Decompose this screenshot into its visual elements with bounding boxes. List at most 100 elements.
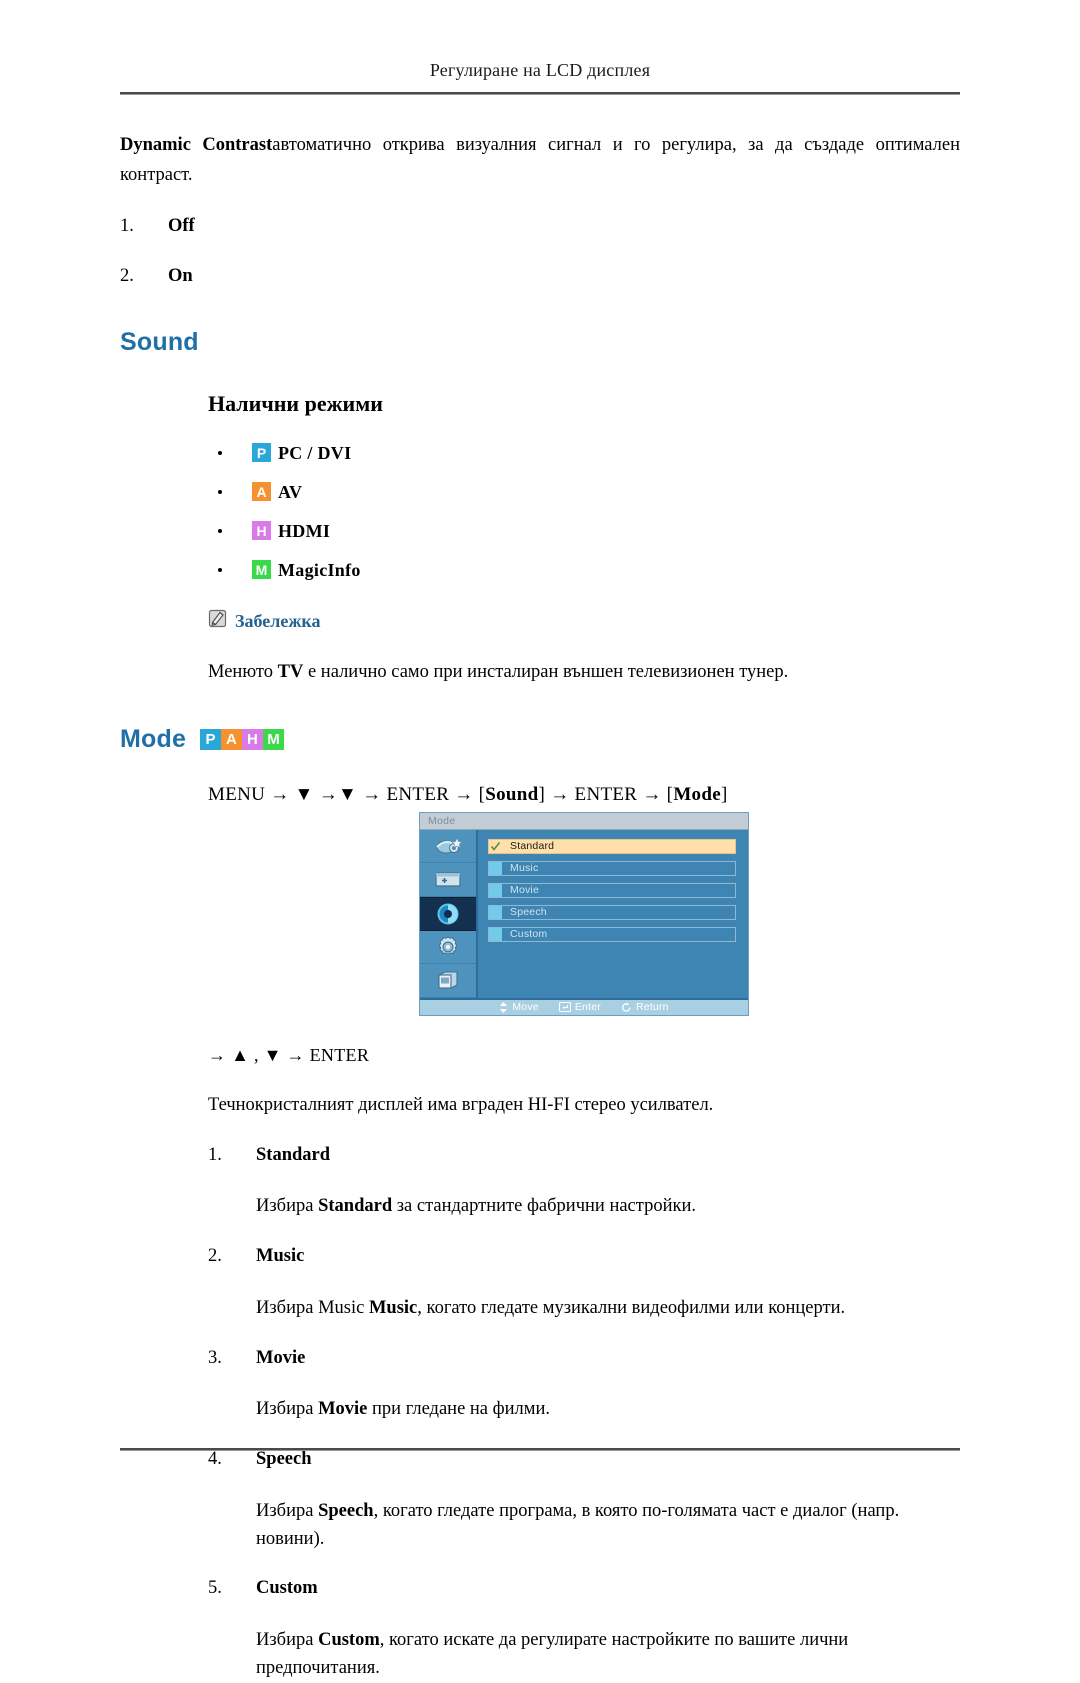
mode-list-item-pc-dvi: P PC / DVI <box>208 442 960 463</box>
osd-option-label: Speech <box>510 906 547 919</box>
list-item-label: Movie <box>256 1347 306 1368</box>
desc-pre: Избира Music <box>256 1297 369 1318</box>
mode-section-heading: Mode P A H M <box>120 725 960 754</box>
list-item-label: Off <box>168 215 195 236</box>
setup-gear-icon <box>438 936 458 955</box>
osd-option-row-speech[interactable]: Speech <box>488 904 736 920</box>
list-item: 1. Off <box>120 213 960 241</box>
mode-list-item-av: A AV <box>208 481 960 502</box>
note-pencil-icon <box>208 609 227 633</box>
desc-term: Movie <box>318 1399 368 1420</box>
check-icon <box>490 841 501 851</box>
mode-label: HDMI <box>278 520 331 541</box>
osd-option-row-movie[interactable]: Movie <box>488 882 736 898</box>
list-item: 5. Custom Избира Custom, когато искате д… <box>208 1575 960 1682</box>
menu-path-part-1: MENU → ▼ →▼ → ENTER → [ <box>208 784 486 806</box>
move-arrows-icon <box>500 1001 508 1013</box>
osd-sidebar-item-sound[interactable] <box>420 896 476 931</box>
desc-post: при гледане на филми. <box>367 1399 550 1420</box>
list-item-number: 2. <box>208 1246 222 1267</box>
menu-path-part-3: ] <box>720 784 728 806</box>
list-item-number: 2. <box>120 265 134 286</box>
magicinfo-badge-icon: M <box>263 729 285 751</box>
running-header-title: Регулиране на LCD дисплея <box>429 60 651 80</box>
mode-label: AV <box>278 481 303 502</box>
list-item-number: 5. <box>208 1578 222 1599</box>
osd-sidebar-item-screen-adjust[interactable] <box>420 863 476 897</box>
osd-option-label: Music <box>510 862 539 875</box>
osd-screenshot-figure: Mode Standard Music Movie Speech Custom … <box>208 812 960 1015</box>
list-item-label: Custom <box>256 1578 318 1599</box>
screen-adjust-icon <box>435 872 461 887</box>
desc-pre: Избира <box>256 1196 319 1217</box>
dynamic-contrast-term: Dynamic Contrast <box>120 135 273 155</box>
desc-pre: Избира <box>256 1399 319 1420</box>
key-path: → ▲ , ▼ → ENTER <box>208 1044 370 1065</box>
osd-footer-bar: Move Enter Return <box>420 997 748 1015</box>
bullet-dot-icon <box>218 567 222 572</box>
osd-footer-label: Return <box>635 1001 669 1014</box>
mode-label: MagicInfo <box>278 559 361 580</box>
desc-post: , когато гледате музикални видеофилми ил… <box>417 1297 846 1318</box>
note-body-pre: Менюто <box>208 662 278 683</box>
osd-option-label: Custom <box>510 928 548 941</box>
dynamic-contrast-paragraph: Dynamic Contrastавтоматично открива визу… <box>120 131 960 191</box>
mode-heading-text: Mode <box>120 725 187 754</box>
osd-option-label: Standard <box>510 840 555 853</box>
list-item-label: Standard <box>256 1144 331 1165</box>
list-item-description: Избира Movie при гледане на филми. <box>256 1396 960 1424</box>
magicinfo-badge-icon: M <box>252 560 271 580</box>
content-column: Dynamic Contrastавтоматично открива визу… <box>120 95 960 1683</box>
list-item-number: 1. <box>120 215 134 236</box>
note-body-post: е налично само при инсталиран външен тел… <box>303 662 789 683</box>
sound-heading-text: Sound <box>120 328 199 357</box>
osd-option-row-music[interactable]: Music <box>488 860 736 876</box>
note-block-header: Забележка <box>208 609 960 633</box>
dynamic-contrast-options-list: 1. Off 2. On <box>120 213 960 291</box>
mode-list-item-hdmi: H HDMI <box>208 520 960 541</box>
desc-pre: Избира <box>256 1500 319 1521</box>
sound-section-body: Налични режими P PC / DVI A AV H HDMI M … <box>208 391 960 687</box>
osd-option-row-standard[interactable]: Standard <box>488 838 736 854</box>
bullet-dot-icon <box>218 528 222 533</box>
osd-checkbox-checked <box>489 839 502 853</box>
hdmi-badge-icon: H <box>242 729 264 751</box>
list-item-description: Избира Speech, когато гледате програма, … <box>256 1498 960 1554</box>
pc-dvi-badge-icon: P <box>252 443 271 463</box>
osd-checkbox <box>489 905 502 919</box>
desc-post: за стандартните фабрични настройки. <box>392 1196 696 1217</box>
bullet-dot-icon <box>218 450 222 455</box>
sound-section-heading: Sound <box>120 328 960 357</box>
mode-badge-group: P A H M <box>200 729 285 751</box>
note-title: Забележка <box>235 610 321 631</box>
osd-footer-label: Enter <box>574 1001 601 1014</box>
available-modes-list: P PC / DVI A AV H HDMI M MagicInfo <box>208 442 960 580</box>
osd-sidebar-item-multi-control[interactable] <box>420 964 476 998</box>
sound-icon <box>437 903 459 925</box>
picture-icon <box>436 837 463 854</box>
desc-pre: Избира <box>256 1630 319 1651</box>
list-item-description: Избира Standard за стандартните фабрични… <box>256 1193 960 1221</box>
mode-section-body: MENU → ▼ →▼ → ENTER → [Sound] → ENTER → … <box>208 782 960 1682</box>
menu-path-part-2: ] → ENTER → [ <box>538 784 674 806</box>
menu-path-sound: Sound <box>485 784 539 806</box>
list-item: 4. Speech Избира Speech, когато гледате … <box>208 1446 960 1553</box>
amplifier-note: Течнокристалният дисплей има вграден HI-… <box>208 1094 714 1115</box>
multi-control-icon <box>438 971 458 989</box>
note-body-text: Менюто TV е налично само при инсталиран … <box>208 659 960 687</box>
av-badge-icon: A <box>221 729 243 751</box>
enter-key-icon <box>558 1002 571 1013</box>
list-item-number: 1. <box>208 1144 222 1165</box>
mode-options-list: 1. Standard Избира Standard за стандартн… <box>208 1142 960 1683</box>
osd-sidebar-item-picture[interactable] <box>420 830 476 864</box>
osd-titlebar: Mode <box>420 812 748 830</box>
osd-option-row-custom[interactable]: Custom <box>488 926 736 942</box>
mode-label: PC / DVI <box>278 442 352 463</box>
list-item-label: Music <box>256 1246 305 1267</box>
av-badge-icon: A <box>252 482 271 502</box>
osd-checkbox <box>489 861 502 875</box>
osd-checkbox <box>489 883 502 897</box>
osd-sidebar-item-setup[interactable] <box>420 931 476 965</box>
menu-path-mode: Mode <box>673 784 721 806</box>
available-modes-heading: Налични режими <box>208 391 383 417</box>
